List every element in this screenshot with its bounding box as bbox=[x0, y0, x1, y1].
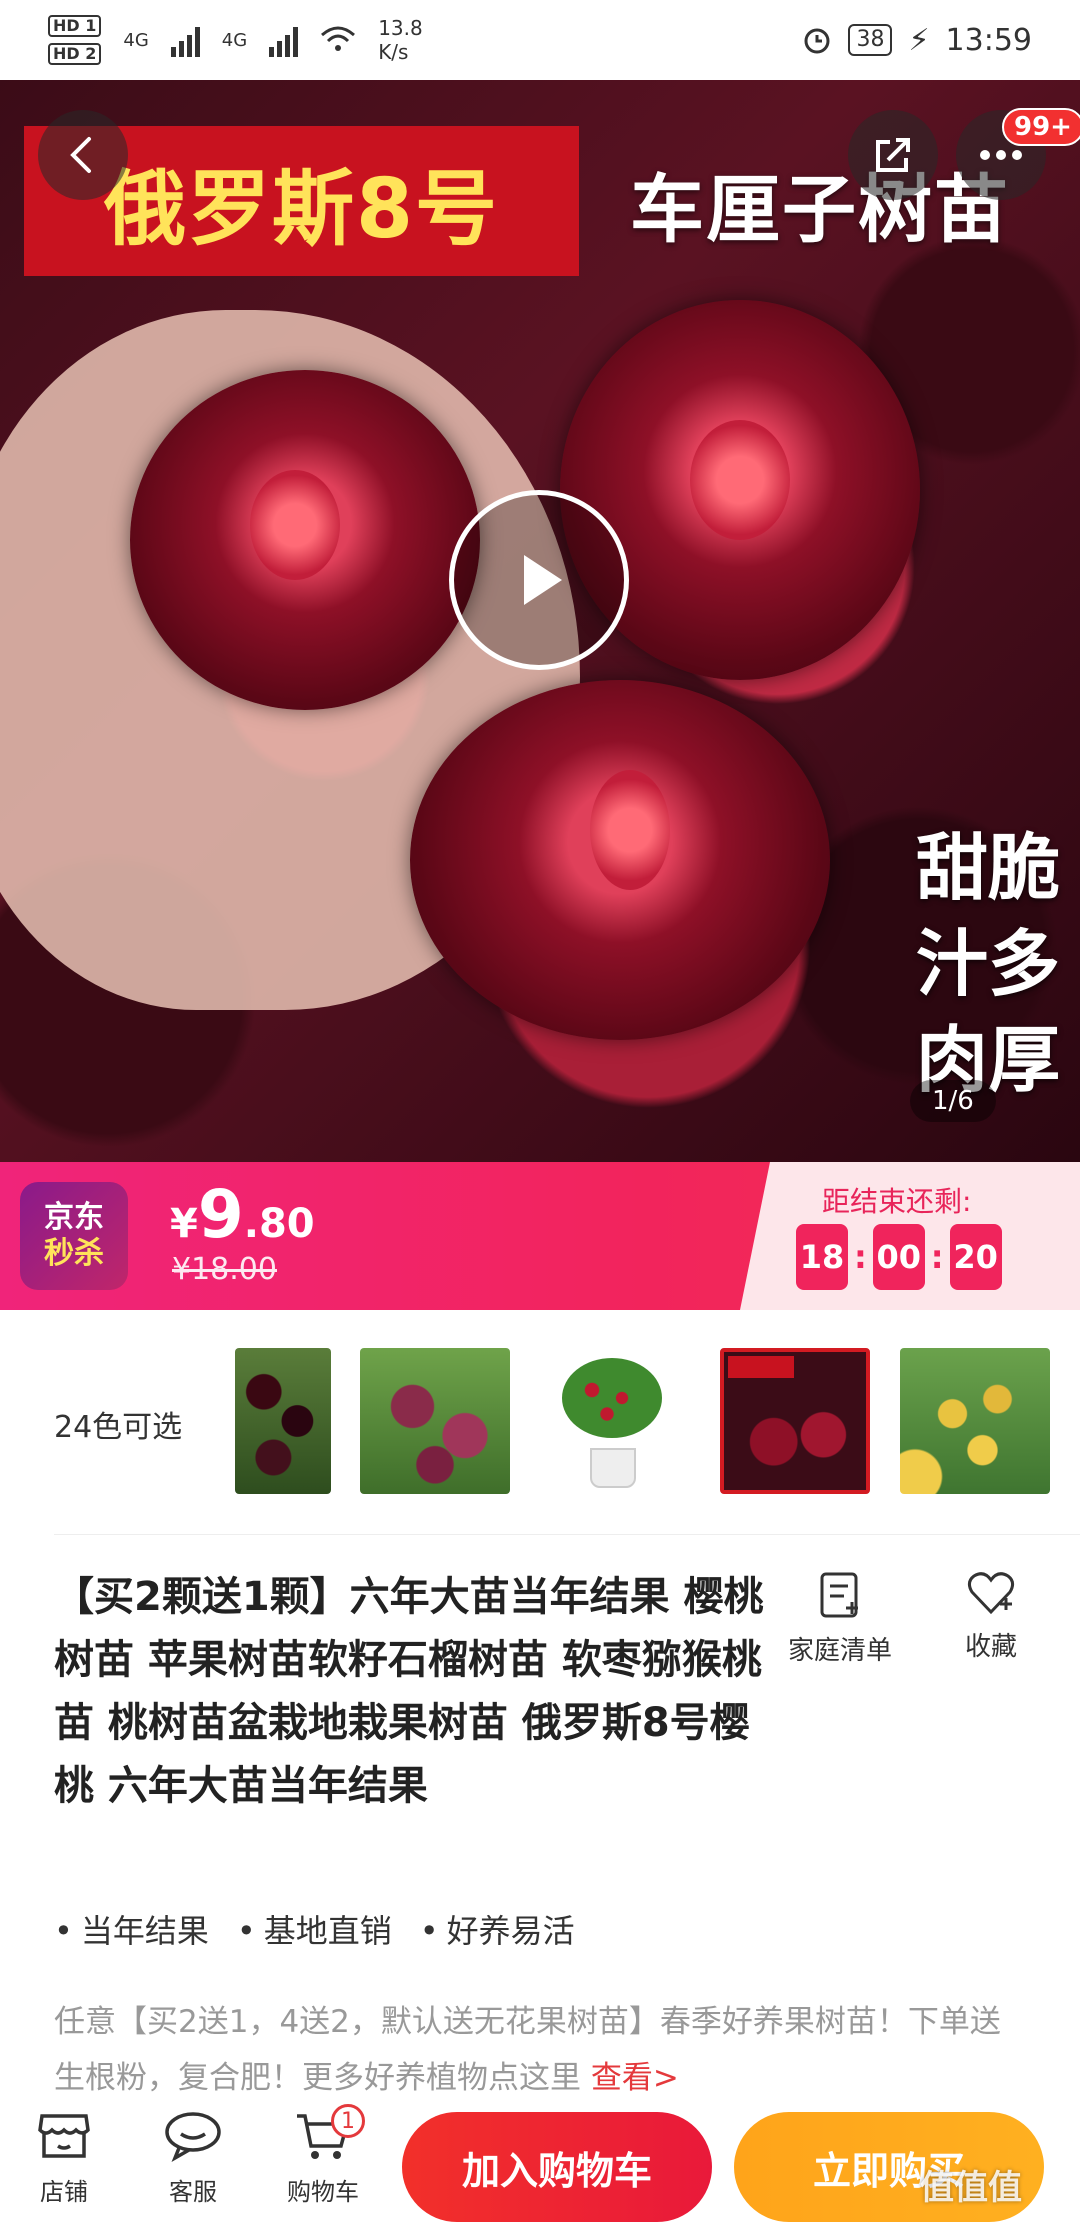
countdown-hours: 18 bbox=[796, 1224, 848, 1290]
countdown-timer: 18 : 00 : 20 bbox=[796, 1224, 1002, 1290]
back-arrow-icon bbox=[70, 137, 91, 173]
variant-thumbnail[interactable] bbox=[360, 1348, 510, 1494]
heart-icon bbox=[967, 1572, 1015, 1615]
countdown-minutes: 00 bbox=[872, 1224, 925, 1290]
signal-icon bbox=[170, 23, 200, 57]
product-image-carousel[interactable]: 俄罗斯8号 车厘子树苗 甜脆 汁多 肉厚 99+ 1/6 bbox=[0, 80, 1080, 1162]
logo-line1: 京东 bbox=[44, 1200, 104, 1235]
variant-thumbnail-selected[interactable] bbox=[720, 1348, 870, 1494]
countdown-separator: : bbox=[854, 1238, 867, 1276]
feature-list: 当年结果 基地直销 好养易活 bbox=[54, 1906, 575, 1952]
hd-indicators: HD 1 HD 2 bbox=[48, 15, 102, 65]
hd1-label: HD 1 bbox=[48, 15, 102, 37]
site-watermark: 值值值 bbox=[920, 2168, 1022, 2208]
promo-body: 任意【买2送1，4送2，默认送无花果树苗】春季好养果树苗！下单送生根粉，复合肥！… bbox=[54, 2004, 1001, 2096]
feature-item: 当年结果 bbox=[54, 1906, 209, 1952]
hero-banner-right: 车厘子树苗 bbox=[630, 167, 1010, 253]
hero-banner-left-text: 俄罗斯8号 bbox=[103, 161, 500, 257]
hero-tagline: 甜脆 汁多 肉厚 bbox=[916, 820, 1060, 1108]
battery-level: 38 bbox=[848, 24, 893, 56]
service-label: 客服 bbox=[169, 2178, 217, 2206]
net-speed: 13.8 K/s bbox=[378, 16, 423, 64]
add-to-cart-button[interactable]: 加入购物车 bbox=[402, 2112, 712, 2222]
back-button[interactable] bbox=[38, 110, 128, 200]
logo-line2: 秒杀 bbox=[44, 1236, 104, 1271]
speed-value: 13.8 bbox=[378, 16, 423, 40]
more-dots-icon bbox=[980, 150, 1022, 160]
tagline-line: 甜脆 bbox=[915, 826, 1060, 910]
variant-count-label[interactable]: 24色可选 bbox=[54, 1402, 182, 1446]
cherry-image bbox=[130, 370, 480, 710]
signal-icon bbox=[269, 23, 299, 57]
promo-text: 任意【买2送1，4送2，默认送无花果树苗】春季好养果树苗！下单送生根粉，复合肥！… bbox=[54, 1994, 1004, 2106]
original-price: ¥18.00 bbox=[172, 1252, 277, 1287]
speed-unit: K/s bbox=[378, 40, 409, 64]
feature-item: 基地直销 bbox=[237, 1906, 392, 1952]
share-button[interactable] bbox=[848, 110, 938, 200]
message-badge: 99+ bbox=[1002, 108, 1080, 146]
countdown-separator: : bbox=[930, 1238, 944, 1276]
variant-thumbnail[interactable] bbox=[540, 1348, 682, 1494]
variant-thumbnail[interactable] bbox=[900, 1348, 1050, 1494]
status-left: HD 1 HD 2 4G 4G 13.8 K/s bbox=[48, 15, 423, 65]
clock: 13:59 bbox=[945, 22, 1032, 58]
customer-service-button[interactable]: 客服 bbox=[155, 2110, 231, 2207]
product-actions: 家庭清单 收藏 bbox=[770, 1570, 1036, 1667]
countdown-label: 距结束还剩: bbox=[822, 1185, 972, 1218]
store-icon bbox=[38, 2114, 90, 2158]
feature-item: 好养易活 bbox=[420, 1906, 575, 1952]
price-decimal: .80 bbox=[243, 1201, 315, 1247]
charging-icon: ⚡ bbox=[908, 22, 930, 58]
network2-label: 4G bbox=[221, 29, 248, 51]
currency-symbol: ¥ bbox=[170, 1201, 198, 1247]
variant-thumbnail[interactable] bbox=[235, 1348, 331, 1494]
product-title: 【买2颗送1颗】六年大苗当年结果 樱桃树苗 苹果树苗软籽石榴树苗 软枣猕猴桃苗 … bbox=[54, 1574, 764, 1809]
promo-view-link[interactable]: 查看> bbox=[591, 2060, 679, 2096]
page-indicator: 1/6 bbox=[910, 1080, 996, 1122]
tagline-line: 汁多 bbox=[915, 922, 1060, 1006]
divider bbox=[54, 1534, 1080, 1535]
hd2-label: HD 2 bbox=[48, 43, 102, 65]
store-label: 店铺 bbox=[40, 2178, 88, 2206]
favorite-label: 收藏 bbox=[964, 1632, 1017, 1662]
store-button[interactable]: 店铺 bbox=[26, 2110, 102, 2207]
variant-selector[interactable]: 24色可选 bbox=[0, 1310, 1080, 1530]
price-integer: 9 bbox=[197, 1176, 244, 1253]
play-icon bbox=[524, 555, 562, 605]
cherry-image bbox=[410, 680, 830, 1040]
list-icon bbox=[820, 1572, 858, 1618]
network1-label: 4G bbox=[123, 29, 149, 51]
current-price: ¥ 9 .80 bbox=[170, 1176, 315, 1253]
cart-label: 购物车 bbox=[287, 2178, 359, 2206]
play-video-button[interactable] bbox=[449, 490, 629, 670]
favorite-button[interactable]: 收藏 bbox=[946, 1570, 1036, 1667]
share-icon bbox=[876, 138, 910, 172]
cart-button[interactable]: 1 购物车 bbox=[275, 2104, 371, 2207]
family-list-label: 家庭清单 bbox=[787, 1636, 892, 1666]
wifi-icon bbox=[321, 26, 356, 51]
family-list-button[interactable]: 家庭清单 bbox=[770, 1570, 910, 1667]
alarm-icon bbox=[804, 28, 830, 54]
status-bar: HD 1 HD 2 4G 4G 13.8 K/s 38 ⚡ 13:59 bbox=[0, 0, 1080, 80]
jd-flash-sale-logo: 京东 秒杀 bbox=[20, 1182, 128, 1290]
bottom-action-bar: 店铺 客服 1 购物车 加入购物车 立即购买 bbox=[0, 2096, 1080, 2240]
status-right: 38 ⚡ 13:59 bbox=[802, 23, 1032, 58]
countdown-seconds: 20 bbox=[949, 1224, 1002, 1290]
flash-sale-bar: 京东 秒杀 ¥ 9 .80 ¥18.00 距结束还剩: 18 : 00 : 20 bbox=[0, 1162, 1080, 1310]
cart-count-badge: 1 bbox=[331, 2104, 365, 2138]
chat-icon bbox=[165, 2112, 221, 2162]
